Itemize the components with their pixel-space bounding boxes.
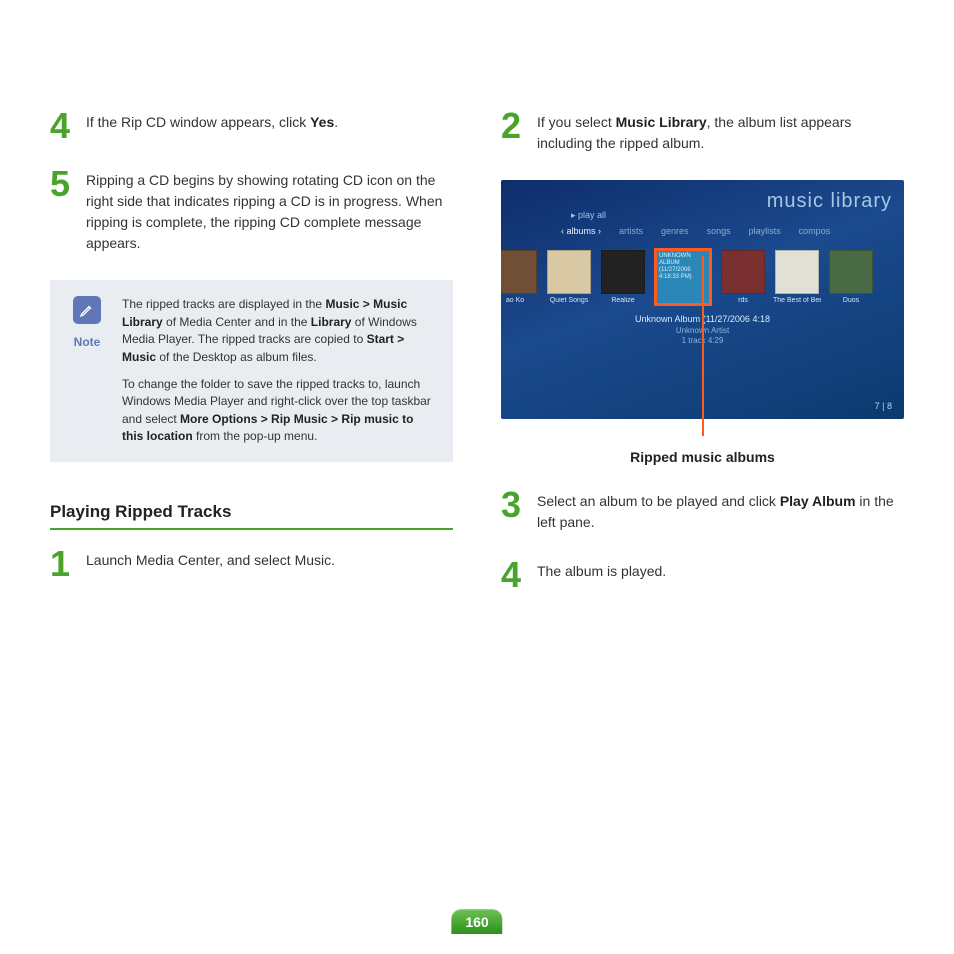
bold: Library: [311, 315, 352, 329]
note-paragraph: To change the folder to save the ripped …: [122, 376, 437, 446]
album-item-highlighted: UNKNOWN ALBUM (11/27/2006 4:18:33 PM): [653, 250, 713, 304]
album-item: Realize: [599, 250, 647, 305]
step-3-right: 3 Select an album to be played and click…: [501, 489, 904, 533]
tab-playlists: playlists: [749, 226, 781, 236]
tab-composers: compos: [799, 226, 831, 236]
step-4-left: 4 If the Rip CD window appears, click Ye…: [50, 110, 453, 142]
category-tabs: ‹ albums › artists genres songs playlist…: [561, 226, 896, 236]
step-text: Ripping a CD begins by showing rotating …: [86, 168, 453, 254]
album-cover-highlighted: UNKNOWN ALBUM (11/27/2006 4:18:33 PM): [656, 250, 710, 304]
step-4-right: 4 The album is played.: [501, 559, 904, 591]
media-center-screen: music library ▸ play all ‹ albums › arti…: [501, 180, 904, 419]
page-counter: 7 | 8: [875, 401, 892, 411]
note-body: The ripped tracks are displayed in the M…: [122, 296, 437, 445]
note-box: Note The ripped tracks are displayed in …: [50, 280, 453, 461]
album-item: Quiet Songs: [545, 250, 593, 305]
text: If you select: [537, 114, 616, 130]
tab-albums: ‹ albums ›: [561, 226, 601, 236]
page-number-badge: 160: [451, 909, 502, 934]
album-label: The Best of Beethoven: [773, 297, 821, 305]
album-label: ao Ko: [501, 297, 539, 305]
step-text: If you select Music Library, the album l…: [537, 110, 904, 154]
album-item: The Best of Beethoven: [773, 250, 821, 305]
album-cover: [547, 250, 591, 294]
left-column: 4 If the Rip CD window appears, click Ye…: [50, 110, 453, 618]
step-5-left: 5 Ripping a CD begins by showing rotatin…: [50, 168, 453, 254]
tab-artists: artists: [619, 226, 643, 236]
step-number: 3: [501, 489, 527, 521]
step-text: Launch Media Center, and select Music.: [86, 548, 453, 571]
selected-tracks: 1 track 4:29: [501, 336, 904, 346]
album-label: Realize: [599, 297, 647, 305]
album-cover: [601, 250, 645, 294]
album-item: ao Ko: [501, 250, 539, 305]
album-cover: [721, 250, 765, 294]
text: of Media Center and in the: [163, 315, 311, 329]
step-number: 1: [50, 548, 76, 580]
text: .: [334, 114, 338, 130]
step-text: The album is played.: [537, 559, 904, 582]
album-label: rds: [719, 297, 767, 305]
step-number: 2: [501, 110, 527, 142]
album-item: rds: [719, 250, 767, 305]
right-column: 2 If you select Music Library, the album…: [501, 110, 904, 618]
pencil-icon: [73, 296, 101, 324]
step-1-left: 1 Launch Media Center, and select Music.: [50, 548, 453, 580]
bold: Music Library: [616, 114, 707, 130]
text: from the pop-up menu.: [193, 429, 318, 443]
screen-title: music library: [767, 190, 892, 213]
tab-genres: genres: [661, 226, 689, 236]
selected-title: Unknown Album (11/27/2006 4:18: [501, 314, 904, 326]
bold: Yes: [310, 114, 334, 130]
text: Select an album to be played and click: [537, 493, 780, 509]
page-body: 4 If the Rip CD window appears, click Ye…: [0, 0, 954, 618]
play-all-menu: ▸ play all: [571, 210, 606, 221]
album-cover: [775, 250, 819, 294]
album-label: Duos: [827, 297, 875, 305]
selected-artist: Unknown Artist: [501, 326, 904, 336]
note-paragraph: The ripped tracks are displayed in the M…: [122, 296, 437, 366]
selected-album-info: Unknown Album (11/27/2006 4:18 Unknown A…: [501, 314, 904, 346]
album-cover: [829, 250, 873, 294]
text: The ripped tracks are displayed in the: [122, 297, 325, 311]
note-label: Note: [74, 334, 101, 351]
album-cover: [501, 250, 537, 294]
bold: Play Album: [780, 493, 856, 509]
step-number: 4: [501, 559, 527, 591]
screenshot-figure: music library ▸ play all ‹ albums › arti…: [501, 180, 904, 419]
figure-caption: Ripped music albums: [501, 449, 904, 465]
text: of the Desktop as album files.: [156, 350, 317, 364]
text: If the Rip CD window appears, click: [86, 114, 310, 130]
section-title: Playing Ripped Tracks: [50, 502, 453, 530]
album-label: Quiet Songs: [545, 297, 593, 305]
step-2-right: 2 If you select Music Library, the album…: [501, 110, 904, 154]
figure-wrap: music library ▸ play all ‹ albums › arti…: [501, 180, 904, 465]
step-text: If the Rip CD window appears, click Yes.: [86, 110, 453, 133]
step-text: Select an album to be played and click P…: [537, 489, 904, 533]
step-number: 4: [50, 110, 76, 142]
album-item: Duos: [827, 250, 875, 305]
tab-songs: songs: [707, 226, 731, 236]
note-left: Note: [66, 296, 108, 445]
album-strip: ao Ko Quiet Songs Realize UNKNOWN ALBUM …: [501, 250, 904, 305]
step-number: 5: [50, 168, 76, 200]
